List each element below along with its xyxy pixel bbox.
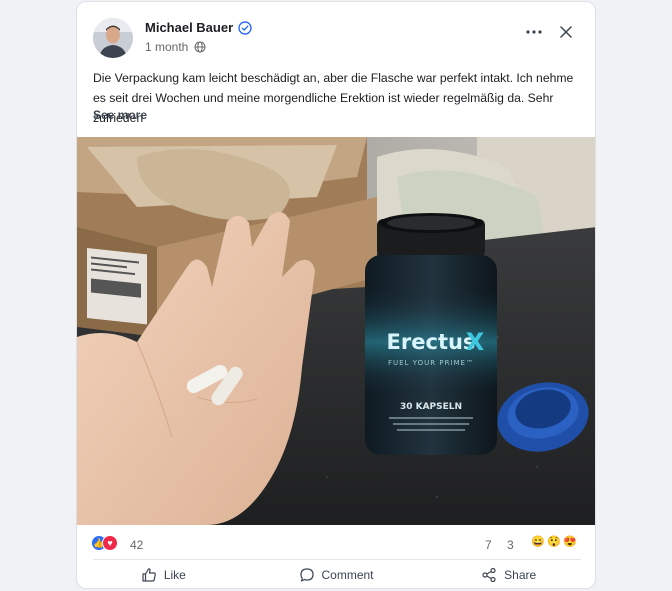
post-actions: Like Comment Share (77, 560, 595, 588)
haha-emoji-icon: 😄 (531, 536, 545, 548)
comment-count[interactable]: 7 (485, 538, 492, 552)
see-more-link[interactable]: See more (93, 108, 147, 122)
more-icon[interactable] (523, 21, 545, 43)
reaction-icons[interactable]: 👍 ♥ (91, 535, 118, 551)
product-brand-x: X (466, 328, 485, 356)
post-stats: 👍 ♥ 42 7 3 😄 😲 😍 (77, 526, 595, 560)
post-meta: 1 month (145, 40, 206, 54)
post-photo[interactable]: Erectus X FUEL YOUR PRIME™ 30 KAPSELN (77, 137, 595, 525)
like-button[interactable]: Like (77, 560, 250, 588)
share-icon (482, 567, 496, 583)
author-name[interactable]: Michael Bauer (145, 20, 233, 35)
product-tagline: FUEL YOUR PRIME™ (388, 359, 474, 367)
comment-label: Comment (321, 568, 374, 582)
avatar[interactable] (93, 18, 133, 58)
wow-emoji-icon: 😲 (547, 536, 561, 548)
reaction-count[interactable]: 42 (130, 538, 143, 552)
post-card: Michael Bauer 1 month Die Verpackung kam… (76, 1, 596, 589)
product-count: 30 KAPSELN (400, 402, 462, 412)
verified-icon (238, 20, 252, 35)
post-header: Michael Bauer 1 month (77, 2, 595, 66)
share-button[interactable]: Share (422, 560, 595, 588)
comment-button[interactable]: Comment (250, 560, 423, 588)
like-icon (142, 568, 156, 582)
love-eyes-emoji-icon: 😍 (563, 536, 577, 548)
close-icon[interactable] (555, 21, 577, 43)
love-reaction-icon: ♥ (102, 535, 118, 551)
like-label: Like (163, 568, 186, 582)
product-brand: Erectus (387, 330, 476, 354)
share-count[interactable]: 3 (507, 538, 514, 552)
author-row: Michael Bauer (145, 20, 252, 35)
comment-icon (299, 568, 314, 582)
globe-icon (194, 41, 206, 53)
post-time[interactable]: 1 month (145, 40, 188, 54)
emoji-reactions[interactable]: 😄 😲 😍 (531, 535, 577, 549)
post-text: Die Verpackung kam leicht beschädigt an,… (93, 71, 574, 125)
share-label: Share (504, 568, 537, 582)
